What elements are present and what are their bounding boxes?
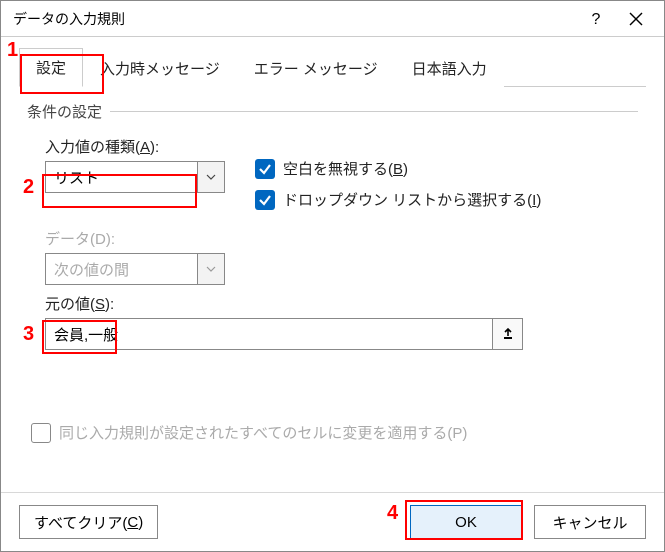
source-label: 元の値(S):	[45, 293, 638, 314]
tab-bar: 設定 入力時メッセージ エラー メッセージ 日本語入力	[19, 49, 646, 87]
dropdown-checkbox[interactable]	[255, 190, 275, 210]
apply-all-label: 同じ入力規則が設定されたすべてのセルに変更を適用する(P)	[59, 422, 467, 443]
dialog-title: データの入力規則	[13, 9, 576, 29]
chevron-down-icon[interactable]	[197, 161, 225, 193]
source-input-value[interactable]: 会員,一般	[45, 318, 493, 350]
allow-label: 入力値の種類(A):	[45, 136, 237, 157]
tab-error-alert[interactable]: エラー メッセージ	[237, 49, 395, 87]
divider	[110, 111, 638, 112]
dropdown-label: ドロップダウン リストから選択する(I)	[283, 189, 541, 210]
criteria-group-label: 条件の設定	[27, 101, 638, 122]
dialog-window: データの入力規則 ? 設定 入力時メッセージ エラー メッセージ 日本語入力 条…	[0, 0, 665, 552]
clear-all-button[interactable]: すべてクリア(C)	[19, 505, 158, 539]
apply-all-checkbox	[31, 423, 51, 443]
data-combo: 次の値の間	[45, 253, 225, 285]
help-button[interactable]: ?	[576, 3, 616, 35]
ignore-blank-row[interactable]: 空白を無視する(B)	[255, 158, 638, 179]
data-combo-value: 次の値の間	[45, 253, 197, 285]
close-button[interactable]	[616, 3, 656, 35]
svg-text:?: ?	[592, 11, 601, 27]
tab-ime[interactable]: 日本語入力	[395, 49, 504, 87]
dropdown-row[interactable]: ドロップダウン リストから選択する(I)	[255, 189, 638, 210]
tab-content-settings: 条件の設定 入力値の種類(A): リスト	[19, 87, 646, 451]
titlebar: データの入力規則 ?	[1, 1, 664, 37]
criteria-group-text: 条件の設定	[27, 101, 102, 122]
ignore-blank-label: 空白を無視する(B)	[283, 158, 408, 179]
source-row: 元の値(S): 会員,一般	[27, 293, 638, 350]
source-input[interactable]: 会員,一般	[45, 318, 523, 350]
data-label: データ(D):	[45, 228, 237, 249]
tab-settings[interactable]: 設定	[19, 48, 83, 87]
allow-row: 入力値の種類(A): リスト 空白を無視する(B)	[27, 136, 638, 220]
dialog-body: 設定 入力時メッセージ エラー メッセージ 日本語入力 条件の設定 入力値の種類…	[1, 37, 664, 465]
data-row: データ(D): 次の値の間	[27, 228, 638, 285]
allow-combo[interactable]: リスト	[45, 161, 225, 193]
ignore-blank-checkbox[interactable]	[255, 159, 275, 179]
range-picker-button[interactable]	[493, 318, 523, 350]
tab-input-message[interactable]: 入力時メッセージ	[83, 49, 237, 87]
apply-all-row: 同じ入力規則が設定されたすべてのセルに変更を適用する(P)	[27, 422, 638, 443]
dialog-footer: すべてクリア(C) OK キャンセル	[1, 492, 664, 551]
allow-combo-value: リスト	[45, 161, 197, 193]
cancel-button[interactable]: キャンセル	[534, 505, 646, 539]
chevron-down-icon	[197, 253, 225, 285]
ok-button[interactable]: OK	[410, 505, 522, 539]
